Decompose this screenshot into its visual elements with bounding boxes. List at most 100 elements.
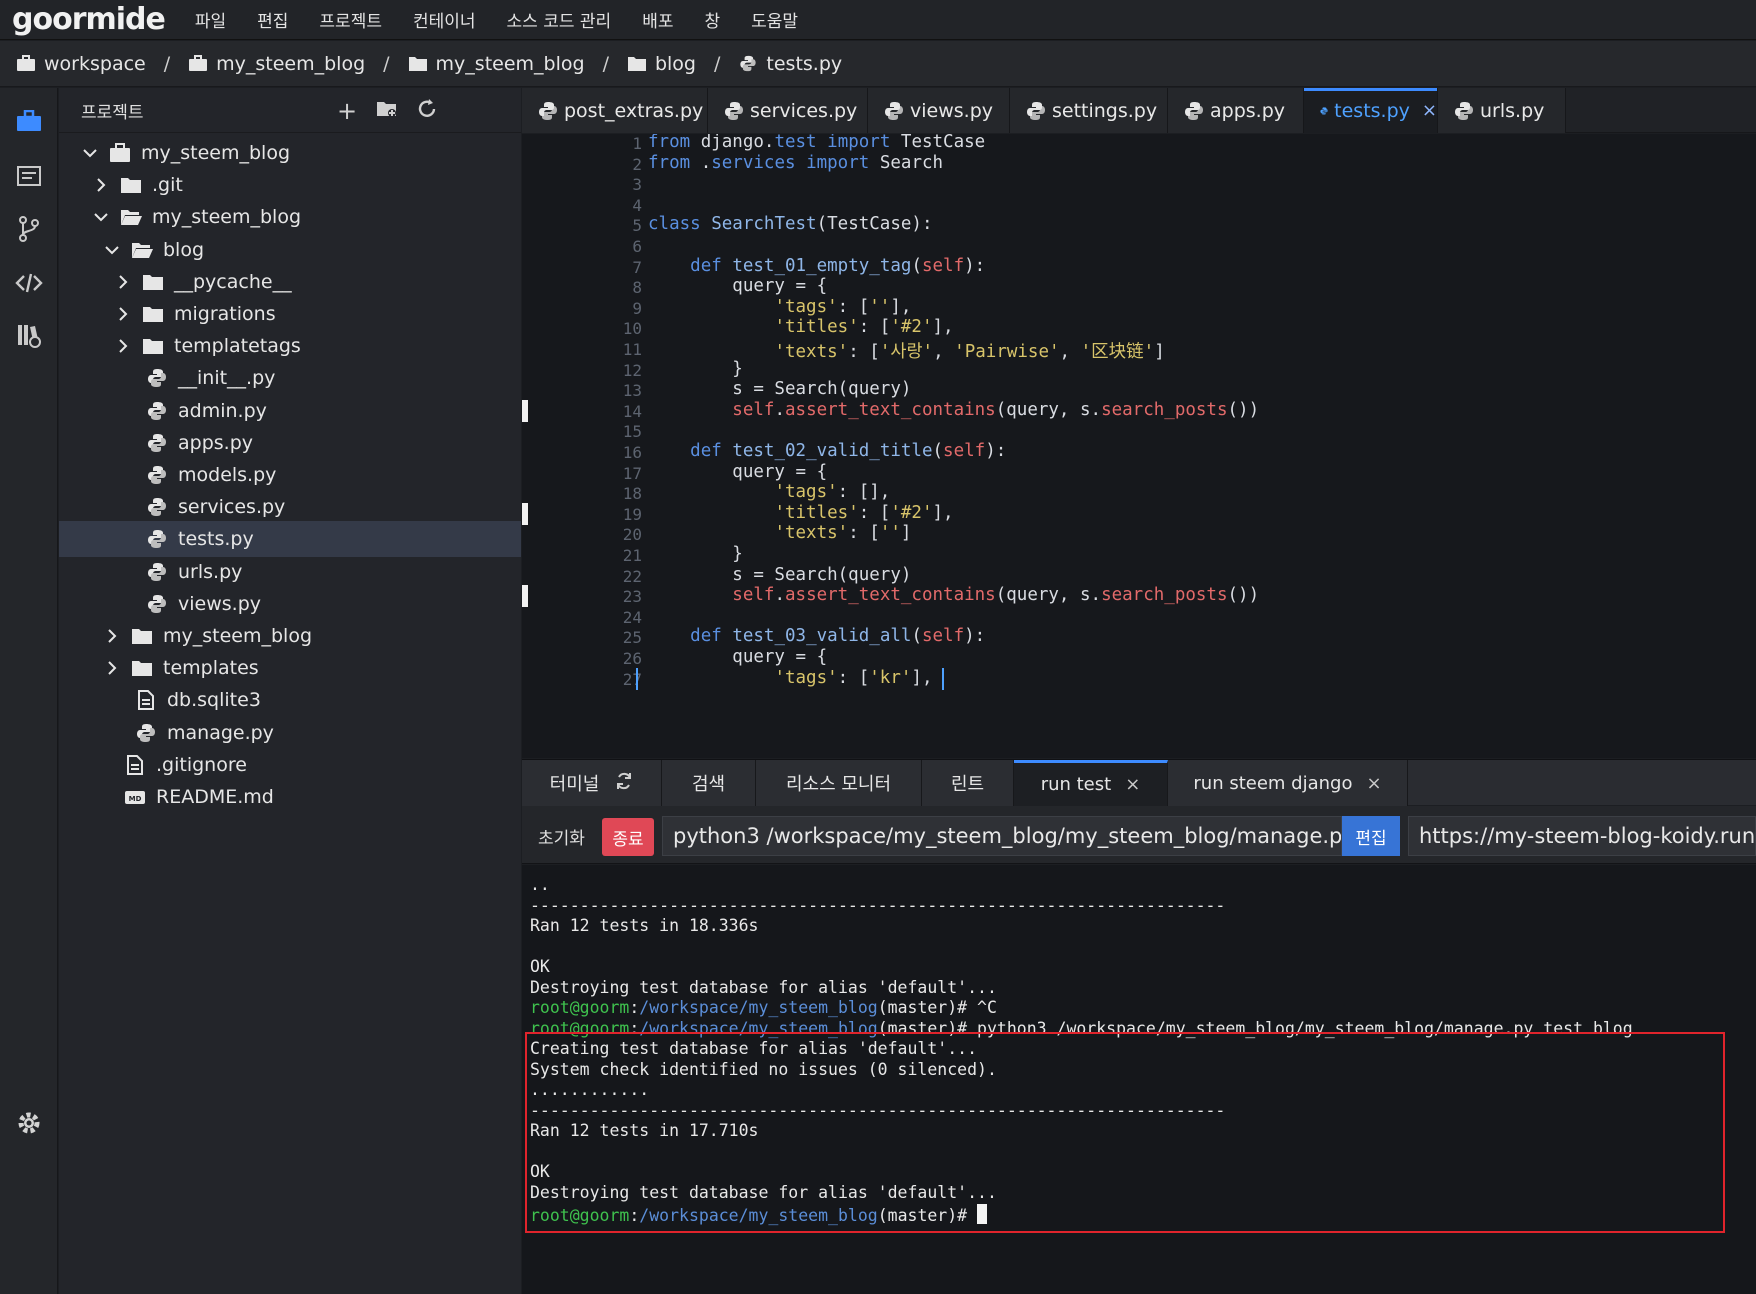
text-cursor [942,667,944,690]
refresh-icon[interactable] [615,772,633,795]
tree-item-label: README.md [156,786,274,808]
tree-folder-row[interactable]: my_steem_blog [59,618,521,654]
chevron-placeholder [105,693,123,707]
chevron-down-icon[interactable] [105,243,119,257]
panel-tab-1[interactable]: 검색 [662,760,756,806]
tree-folder-row[interactable]: .git [59,167,521,203]
tree-file-row[interactable]: __init__.py [59,360,521,396]
command-input[interactable]: python3 /workspace/my_steem_blog/my_stee… [662,816,1342,856]
chevron-placeholder [94,758,112,772]
panel-tab-5[interactable]: run steem django × [1168,760,1408,806]
breadcrumb-workspace[interactable]: workspace [16,53,146,75]
tree-file-row[interactable]: .gitignore [59,747,521,783]
new-folder-icon[interactable] [374,98,400,124]
menu-deploy[interactable]: 배포 [642,7,673,32]
tree-folder-row[interactable]: migrations [59,296,521,332]
chevron-placeholder [116,597,134,611]
tree-file-row[interactable]: urls.py [59,554,521,590]
chevron-right-icon[interactable] [105,629,119,643]
editor-tab-views-py[interactable]: views.py [868,88,1010,133]
url-input[interactable]: https://my-steem-blog-koidy.run.goorm.io [1408,816,1756,856]
menu-window[interactable]: 창 [704,7,720,32]
refresh-icon[interactable] [414,98,440,124]
breadcrumb-folder[interactable]: blog [627,53,696,75]
tree-file-row[interactable]: admin.py [59,393,521,429]
breadcrumb-folder[interactable]: my_steem_blog [408,53,585,75]
code-icon[interactable] [14,268,44,298]
python-icon [148,530,166,549]
reset-button[interactable]: 초기화 [538,824,585,849]
tree-file-row[interactable]: views.py [59,586,521,622]
chevron-right-icon[interactable] [116,275,130,289]
panel-tab-2[interactable]: 리소스 모니터 [756,760,922,806]
editor-tab-settings-py[interactable]: settings.py [1010,88,1168,133]
editor-tab-post_extras-py[interactable]: post_extras.py [522,88,708,133]
menu-edit[interactable]: 편집 [257,7,288,32]
tree-file-row[interactable]: models.py [59,457,521,493]
breadcrumb-label: blog [654,52,696,75]
tree-file-row[interactable]: MD README.md [59,779,521,815]
terminal-output[interactable]: .. -------------------------------------… [522,865,1756,1294]
line-number: 27 [622,669,642,689]
chevron-right-icon[interactable] [116,339,130,353]
settings-gear-icon[interactable] [14,1108,44,1138]
tree-folder-row[interactable]: my_steem_blog [59,135,521,171]
line-number: 18 [622,484,642,504]
sidebar-header: 프로젝트 + [59,88,521,133]
tree-folder-row[interactable]: __pycache__ [59,264,521,300]
git-branch-icon[interactable] [14,214,44,244]
close-icon[interactable]: × [1422,100,1437,121]
project-explorer-icon[interactable] [14,106,44,136]
python-icon [148,498,166,517]
chevron-right-icon[interactable] [105,661,119,675]
menu-file[interactable]: 파일 [195,7,226,32]
panel-tab-0[interactable]: 터미널 [522,760,662,806]
code-line: self.assert_text_contains(query, s.searc… [732,399,1260,420]
tree-file-row[interactable]: db.sqlite3 [59,682,521,718]
menu-help[interactable]: 도움말 [751,7,798,32]
tree-item-label: migrations [174,303,276,325]
tree-folder-row[interactable]: my_steem_blog [59,199,521,235]
line-number: 4 [632,195,642,215]
breadcrumb-project[interactable]: my_steem_blog [188,53,365,75]
close-icon[interactable]: × [1125,774,1140,795]
editor-tab-services-py[interactable]: services.py [708,88,868,133]
panel-tab-3[interactable]: 린트 [922,760,1014,806]
tree-folder-row[interactable]: templates [59,650,521,686]
line-number: 26 [622,649,642,668]
breadcrumb-file[interactable]: tests.py [738,53,842,75]
stop-button[interactable]: 종료 [602,818,654,856]
tree-folder-row[interactable]: templatetags [59,328,521,364]
add-file-icon[interactable]: + [334,98,360,124]
chevron-placeholder [116,565,134,579]
close-icon[interactable]: × [1367,773,1382,794]
chevron-down-icon[interactable] [83,146,97,160]
tree-item-label: __pycache__ [174,270,292,293]
line-number: 13 [622,381,642,401]
chevron-right-icon[interactable] [94,178,108,192]
line-number: 7 [632,257,642,277]
tree-file-row[interactable]: services.py [59,489,521,525]
editor-panel-icon[interactable] [14,161,44,191]
chevron-right-icon[interactable] [116,307,130,321]
tree-folder-row[interactable]: blog [59,232,521,268]
library-icon[interactable] [14,321,44,351]
tree-item-label: my_steem_blog [163,625,313,647]
chevron-down-icon[interactable] [94,210,108,224]
editor-tab-tests-py[interactable]: tests.py × [1304,88,1438,133]
menu-scm[interactable]: 소스 코드 관리 [507,7,612,32]
edit-button[interactable]: 편집 [1342,816,1400,856]
tab-label: views.py [910,99,993,122]
code-editor[interactable]: 1 from django.test import TestCase 2 from .… [522,134,1756,758]
tree-file-row[interactable]: manage.py [59,715,521,751]
panel-tab-4[interactable]: run test × [1014,760,1168,806]
editor-tab-urls-py[interactable]: urls.py [1438,88,1566,133]
terminal-line: OK [530,957,550,976]
tree-file-row[interactable]: apps.py [59,425,521,461]
menu-project[interactable]: 프로젝트 [319,7,382,32]
folder-icon [132,629,152,644]
tree-file-row[interactable]: tests.py [59,521,521,558]
editor-tab-apps-py[interactable]: apps.py [1168,88,1304,133]
menu-container[interactable]: 컨테이너 [413,7,476,32]
chevron-placeholder [116,436,134,450]
